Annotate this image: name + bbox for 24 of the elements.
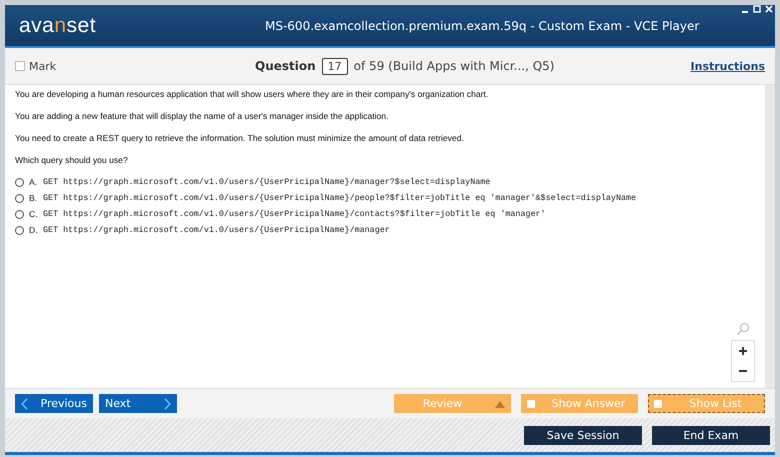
next-button[interactable]: Next: [99, 394, 177, 413]
mark-checkbox[interactable]: Mark: [15, 60, 255, 72]
save-session-button[interactable]: Save Session: [524, 426, 642, 444]
answer-option[interactable]: D. GET https://graph.microsoft.com/v1.0/users/{UserPricipalName}/manager: [15, 224, 755, 236]
question-number-field[interactable]: 17: [322, 58, 348, 74]
previous-button[interactable]: Previous: [15, 394, 93, 413]
window-title: MS-600.examcollection.premium.exam.59q - Custom Exam - VCE Player: [265, 18, 700, 32]
instructions-link[interactable]: Instructions: [690, 60, 765, 72]
answer-option[interactable]: C. GET https://graph.microsoft.com/v1.0/users/{UserPricipalName}/contacts?$filter=jobTitle eq 'manager': [15, 208, 755, 220]
triangle-up-icon: [495, 400, 505, 408]
maximize-icon[interactable]: [753, 5, 761, 13]
question-text: You are adding a new feature that will display the name of a user's manager inside the application.: [15, 110, 390, 122]
logo: avanset: [19, 14, 98, 38]
end-exam-button[interactable]: End Exam: [652, 426, 770, 444]
answer-option[interactable]: B. GET https://graph.microsoft.com/v1.0/users/{UserPricipalName}/people?$filter=jobTitle eq 'manager'&$select=displayName: [15, 192, 755, 204]
question-text: You need to create a REST query to retrieve the information. The solution must minimize the amount of data retrieved.: [15, 132, 465, 144]
chevron-left-icon: [21, 398, 29, 410]
question-text: You are developing a human resources application that will show users where they are in their company's organization chart.: [15, 88, 490, 100]
question-label: Question: [255, 59, 316, 73]
chevron-right-icon: [163, 398, 171, 410]
question-text: Which query should you use?: [15, 154, 129, 166]
question-count: of 59 (Build Apps with Micr..., Q5): [354, 59, 554, 73]
close-icon[interactable]: [765, 5, 773, 13]
answer-option[interactable]: A. GET https://graph.microsoft.com/v1.0/users/{UserPricipalName}/manager?$select=displayName: [15, 176, 755, 188]
